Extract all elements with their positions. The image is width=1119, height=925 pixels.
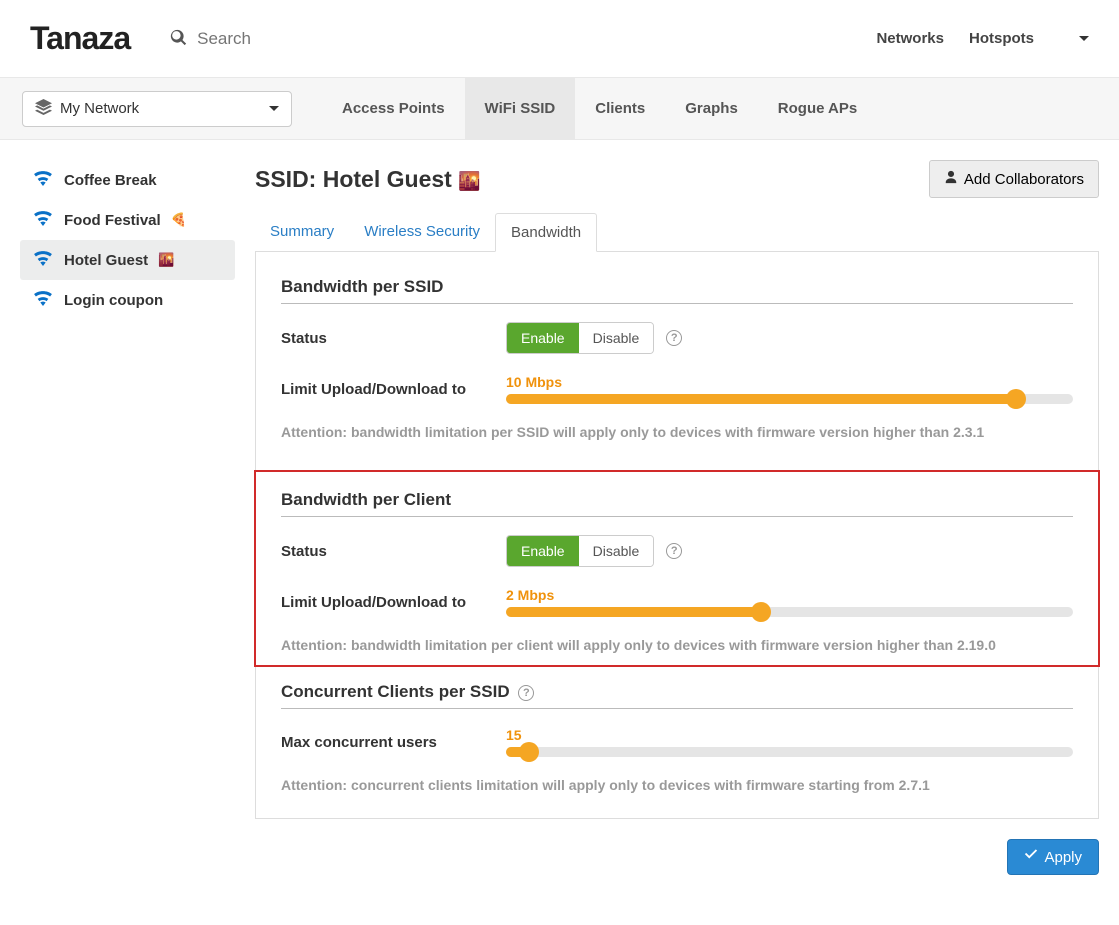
max-users-label: Max concurrent users: [281, 734, 506, 751]
tab-rogue-aps[interactable]: Rogue APs: [758, 78, 877, 139]
attention-text: Attention: bandwidth limitation per SSID…: [281, 424, 1073, 440]
check-icon: [1024, 848, 1038, 866]
search-input[interactable]: [197, 29, 397, 49]
content: SSID: Hotel Guest 🌇 Add Collaborators Su…: [235, 160, 1099, 875]
top-nav: Networks Hotspots: [876, 30, 1089, 47]
wifi-icon: [32, 170, 54, 190]
inner-tab-wireless-security[interactable]: Wireless Security: [349, 213, 495, 251]
pizza-icon: 🍕: [171, 212, 187, 228]
wifi-icon: [32, 290, 54, 310]
section-bandwidth-per-client-highlight: Bandwidth per Client Status Enable Disab…: [254, 470, 1100, 667]
layers-icon: [35, 99, 52, 119]
sunset-icon: 🌇: [458, 171, 480, 191]
inner-tab-bandwidth[interactable]: Bandwidth: [495, 213, 597, 252]
person-icon: [944, 170, 958, 188]
limit-label: Limit Upload/Download to: [281, 594, 506, 611]
nav-hotspots[interactable]: Hotspots: [969, 30, 1034, 47]
help-icon[interactable]: ?: [666, 330, 682, 346]
slider-value: 10 Mbps: [506, 374, 1073, 390]
attention-text: Attention: concurrent clients limitation…: [281, 777, 1073, 793]
footer: Apply: [255, 839, 1099, 875]
attention-text: Attention: bandwidth limitation per clie…: [281, 637, 1073, 653]
sidebar: Coffee Break Food Festival 🍕 Hotel Guest…: [20, 160, 235, 875]
wifi-icon: [32, 250, 54, 270]
apply-button[interactable]: Apply: [1007, 839, 1099, 875]
sidebar-item-login-coupon[interactable]: Login coupon: [20, 280, 235, 320]
page-title: SSID: Hotel Guest 🌇: [255, 166, 481, 193]
enable-button[interactable]: Enable: [507, 323, 579, 353]
help-icon[interactable]: ?: [666, 543, 682, 559]
bandwidth-ssid-slider[interactable]: 10 Mbps: [506, 374, 1073, 404]
search-icon: [170, 29, 187, 49]
status-toggle: Enable Disable: [506, 535, 654, 567]
section-bandwidth-per-ssid: Bandwidth per SSID Status Enable Disable…: [281, 277, 1073, 440]
slider-value: 2 Mbps: [506, 587, 1073, 603]
status-label: Status: [281, 543, 506, 560]
section-concurrent-clients: Concurrent Clients per SSID ? Max concur…: [281, 682, 1073, 793]
status-toggle: Enable Disable: [506, 322, 654, 354]
sidebar-item-food-festival[interactable]: Food Festival 🍕: [20, 200, 235, 240]
help-icon[interactable]: ?: [518, 685, 534, 701]
sidebar-item-hotel-guest[interactable]: Hotel Guest 🌇: [20, 240, 235, 280]
wifi-icon: [32, 210, 54, 230]
subnav: My Network Access Points WiFi SSID Clien…: [0, 77, 1119, 140]
section-bandwidth-per-client: Bandwidth per Client Status Enable Disab…: [281, 490, 1073, 653]
logo: Tanaza: [30, 20, 130, 57]
add-collaborators-button[interactable]: Add Collaborators: [929, 160, 1099, 198]
nav-dropdown-caret-icon[interactable]: [1079, 36, 1089, 41]
disable-button[interactable]: Disable: [579, 323, 654, 353]
tab-graphs[interactable]: Graphs: [665, 78, 758, 139]
bandwidth-panel: Bandwidth per SSID Status Enable Disable…: [255, 252, 1099, 819]
sidebar-item-coffee-break[interactable]: Coffee Break: [20, 160, 235, 200]
tab-wifi-ssid[interactable]: WiFi SSID: [465, 78, 576, 139]
slider-value: 15: [506, 727, 1073, 743]
subnav-tabs: Access Points WiFi SSID Clients Graphs R…: [322, 78, 877, 139]
enable-button[interactable]: Enable: [507, 536, 579, 566]
inner-tab-summary[interactable]: Summary: [255, 213, 349, 251]
sidebar-item-label: Hotel Guest: [64, 252, 148, 269]
nav-networks[interactable]: Networks: [876, 30, 944, 47]
tab-clients[interactable]: Clients: [575, 78, 665, 139]
network-caret-icon: [269, 106, 279, 111]
inner-tabs: Summary Wireless Security Bandwidth: [255, 213, 1099, 252]
tab-access-points[interactable]: Access Points: [322, 78, 465, 139]
sidebar-item-label: Coffee Break: [64, 172, 157, 189]
main: Coffee Break Food Festival 🍕 Hotel Guest…: [0, 140, 1119, 915]
sidebar-item-label: Food Festival: [64, 212, 161, 229]
section-title: Bandwidth per SSID: [281, 277, 1073, 304]
status-label: Status: [281, 330, 506, 347]
sidebar-item-label: Login coupon: [64, 292, 163, 309]
limit-label: Limit Upload/Download to: [281, 381, 506, 398]
sunset-icon: 🌇: [158, 252, 174, 268]
concurrent-slider[interactable]: 15: [506, 727, 1073, 757]
disable-button[interactable]: Disable: [579, 536, 654, 566]
section-title: Bandwidth per Client: [281, 490, 1073, 517]
section-title: Concurrent Clients per SSID ?: [281, 682, 1073, 709]
network-selected-label: My Network: [60, 100, 139, 117]
content-header: SSID: Hotel Guest 🌇 Add Collaborators: [255, 160, 1099, 198]
network-selector[interactable]: My Network: [22, 91, 292, 127]
header: Tanaza Networks Hotspots: [0, 0, 1119, 77]
bandwidth-client-slider[interactable]: 2 Mbps: [506, 587, 1073, 617]
search-box[interactable]: [170, 29, 876, 49]
